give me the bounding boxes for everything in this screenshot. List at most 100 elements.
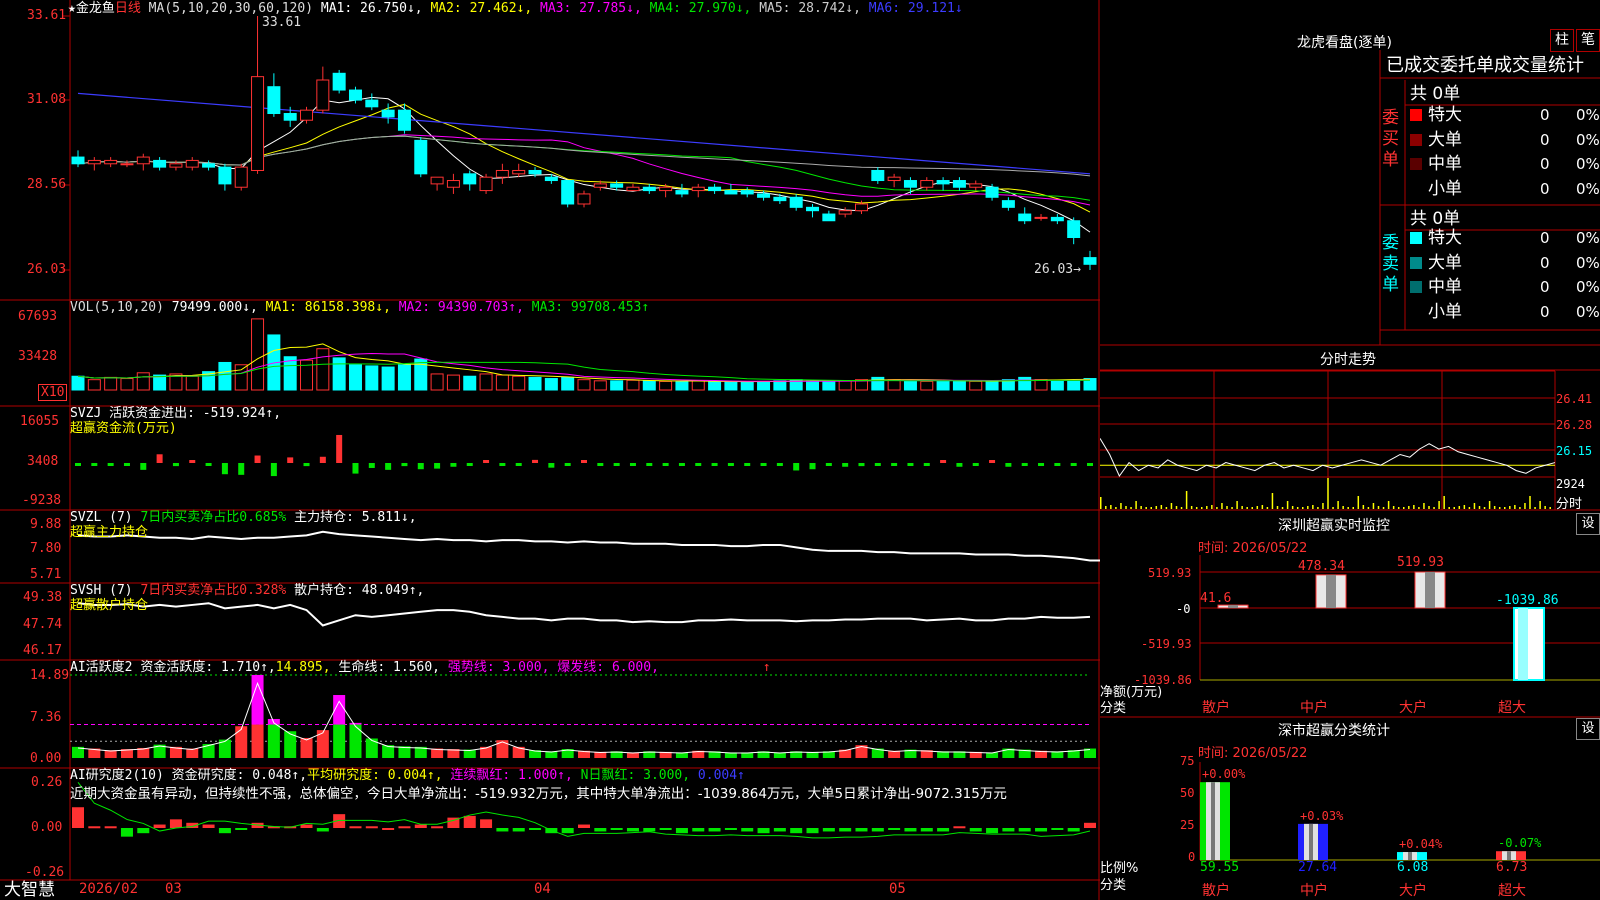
ai2-name: AI研究度2(10)	[70, 768, 164, 783]
ai2-bar	[1084, 822, 1096, 828]
bar-value-label: 478.34	[1298, 559, 1345, 574]
candle-body	[202, 163, 216, 168]
date-label: 04	[534, 881, 551, 897]
ai2-bar	[675, 828, 688, 834]
volume-bar	[952, 380, 966, 391]
volume-bar	[838, 380, 852, 391]
svsh-name: SVSH (7)	[70, 583, 133, 598]
intraday-volume-bar	[1160, 505, 1163, 509]
order-size-count: 0	[1540, 130, 1550, 149]
order-size-percent: 0%	[1576, 278, 1600, 296]
monitor-axis-label: 519.93	[1148, 566, 1192, 580]
svzj-bar	[613, 463, 620, 466]
stock-name: ★金龙鱼	[68, 1, 115, 16]
tick-mode-button[interactable]: 笔	[1576, 29, 1600, 52]
volume-bar	[675, 381, 689, 391]
bar-change-label: +0.04%	[1399, 837, 1443, 852]
candle-body	[806, 206, 820, 212]
period-label[interactable]: 日线	[115, 1, 141, 16]
svzj-subtitle: 超赢资金流(万元)	[70, 421, 177, 436]
volume-bar	[185, 375, 199, 391]
order-size-percent: 0%	[1576, 229, 1600, 247]
brand-logo: 大智慧	[4, 880, 55, 900]
ai1-axis-label: 0.00	[30, 751, 62, 766]
candle-body	[332, 72, 346, 91]
intraday-volume-bar	[1221, 503, 1223, 509]
volume-bar	[561, 376, 575, 391]
svzj-bar	[727, 463, 734, 466]
candle-body	[479, 176, 493, 192]
order-size-row: 大单 0 0%	[1410, 252, 1600, 274]
intraday-volume-bar	[1302, 507, 1304, 509]
date-label: 2026/02	[79, 881, 139, 897]
svzj-bar	[254, 455, 261, 463]
bar-mode-button[interactable]: 柱	[1550, 29, 1574, 52]
ai2-bar	[218, 828, 231, 834]
intraday-volume-bar	[1493, 506, 1496, 509]
order-size-row: 小单 0 0%	[1410, 301, 1600, 323]
ai1-bar	[267, 724, 280, 758]
monitor-settings-button[interactable]: 设	[1576, 513, 1600, 535]
svzj-bar	[352, 463, 359, 474]
candle-body	[316, 79, 330, 111]
ma4-value: MA4: 27.970↓,	[649, 1, 752, 16]
lhb-title: 龙虎看盘(逐单)	[1297, 35, 1392, 51]
category-label: 中户	[1300, 883, 1328, 899]
intraday-volume-bar	[1397, 507, 1400, 509]
intraday-volume-bar	[1276, 506, 1279, 509]
svzj-bar	[303, 463, 310, 467]
intraday-volume-bar	[1332, 507, 1334, 509]
candle-body	[642, 186, 656, 192]
intraday-volume-bar	[1286, 501, 1289, 509]
ai2-bar	[708, 828, 721, 832]
classify-settings-button[interactable]: 设	[1576, 718, 1600, 740]
candle-body	[920, 180, 934, 188]
intraday-volume-bar	[1413, 505, 1415, 509]
bar-value-label: 41.6	[1200, 591, 1232, 606]
kline-panel[interactable]: ★金龙鱼日线 MA(5,10,20,30,60,120) MA1: 26.750…	[0, 0, 1100, 900]
intraday-volume-bar	[1307, 506, 1309, 509]
intraday-axis-label: 2924	[1556, 477, 1585, 491]
svzj-bar	[744, 463, 751, 466]
order-size-count: 0	[1540, 229, 1550, 247]
svzj-bar	[401, 463, 408, 467]
ai2-bar	[496, 828, 509, 832]
svzj-bar	[238, 463, 245, 475]
kline-chart-svg[interactable]	[0, 0, 1100, 900]
svzj-bar	[678, 463, 685, 466]
svzj-bar	[483, 460, 490, 463]
svzj-bar	[1038, 463, 1045, 466]
svzj-bar	[156, 454, 163, 463]
svzj-bar	[434, 463, 441, 469]
intraday-volume-bar	[1524, 503, 1526, 509]
monitor-axis-label: -0	[1176, 602, 1191, 616]
intraday-volume-bar	[1140, 506, 1142, 509]
volume-bar	[381, 366, 395, 391]
candle-body	[854, 203, 868, 212]
candle-body	[414, 139, 428, 175]
buy-orders-label: 委买单	[1382, 108, 1399, 170]
price-axis-label: 33.61	[27, 8, 67, 23]
intraday-volume-bar	[1100, 497, 1102, 509]
ai2-bar	[300, 824, 313, 828]
intraday-volume-bar	[1483, 507, 1486, 509]
color-swatch	[1410, 158, 1422, 170]
ai1-axis-label: 14.89	[30, 668, 70, 683]
intraday-volume-bar	[1408, 506, 1410, 509]
candle-body	[936, 180, 950, 185]
candle-body	[1067, 220, 1081, 238]
svzj-bar	[319, 456, 326, 463]
candle-body	[985, 186, 999, 198]
order-size-count: 0	[1540, 155, 1550, 173]
volume-bar	[1050, 380, 1064, 391]
ai2-axis-label: -0.26	[25, 865, 65, 880]
candle-body	[1034, 216, 1048, 219]
intraday-volume-bar	[1201, 507, 1203, 509]
candle-body	[903, 180, 917, 188]
candle-body	[234, 166, 248, 188]
intraday-volume-bar	[1498, 507, 1501, 509]
intraday-volume-bar	[1130, 507, 1132, 509]
intraday-volume-bar	[1155, 506, 1158, 509]
ai2-nday: N日飘红: 3.000,	[580, 768, 691, 783]
volume-bar	[104, 376, 118, 391]
